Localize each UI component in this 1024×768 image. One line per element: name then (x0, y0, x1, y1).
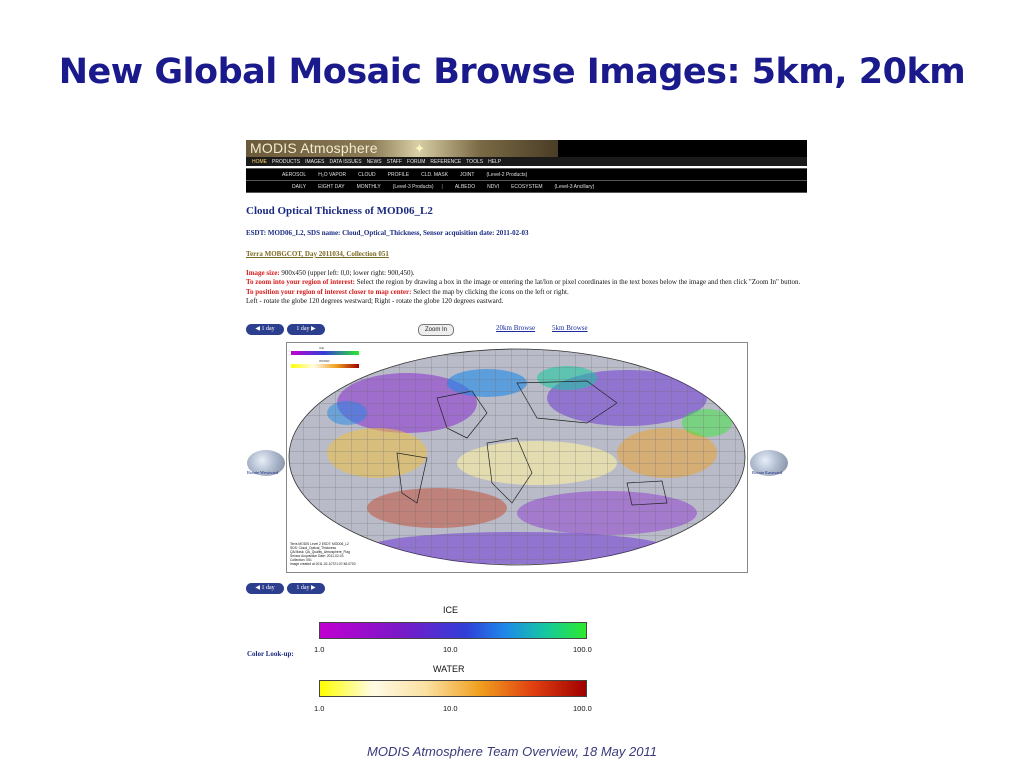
nav-news[interactable]: NEWS (367, 159, 382, 165)
position-label: To position your region of interest clos… (246, 287, 412, 296)
level2-nav: AEROSOL H₂O VAPOR CLOUD PROFILE CLD. MAS… (246, 168, 807, 180)
nav-joint[interactable]: JOINT (460, 172, 474, 178)
nav-albedo[interactable]: ALBEDO (455, 184, 475, 190)
nav-level3-note: (Level-3 Products) (392, 183, 434, 190)
instructions: Image size: 900x450 (upper left: 0,0; lo… (246, 269, 806, 306)
nav-ecosystem[interactable]: ECOSYSTEM (511, 184, 542, 190)
nav-reference[interactable]: REFERENCE (430, 159, 461, 165)
nav-tools[interactable]: TOOLS (466, 159, 483, 165)
water-tick-min: 1.0 (314, 704, 325, 713)
water-colorbar (319, 680, 587, 697)
zoom-in-button[interactable]: Zoom In (418, 324, 454, 336)
rotate-west-label[interactable]: Rotate Westward (247, 470, 278, 475)
sun-flare-icon: ✦ (414, 141, 426, 156)
map-caption-line: Image created at 2011-02-10T21:07:48-070… (290, 562, 356, 566)
ice-colorbar-title: ICE (443, 605, 459, 615)
browse-20km-link[interactable]: 20km Browse (496, 324, 535, 332)
nav-daily[interactable]: DAILY (292, 184, 306, 190)
nav-ndvi[interactable]: NDVI (487, 184, 499, 190)
nav-forum[interactable]: FORUM (407, 159, 425, 165)
nav-data-issues[interactable]: DATA ISSUES (330, 159, 362, 165)
site-logo[interactable]: MODIS Atmosphere ✦ (246, 140, 558, 157)
position-text: Select the map by clicking the icons on … (411, 287, 569, 296)
rotate-text: Left - rotate the globe 120 degrees west… (246, 296, 504, 305)
ice-tick-mid: 10.0 (443, 645, 458, 654)
mini-legend-ice-bar (291, 351, 359, 355)
ice-tick-max: 100.0 (573, 645, 592, 654)
water-colorbar-title: WATER (433, 664, 465, 674)
esdt-line: ESDT: MOD06_L2, SDS name: Cloud_Optical_… (246, 229, 529, 237)
mosaic-link[interactable]: Terra MOBGCOT, Day 2011034, Collection 0… (246, 250, 389, 258)
ice-tick-min: 1.0 (314, 645, 325, 654)
nav-help[interactable]: HELP (488, 159, 501, 165)
browse-5km-link[interactable]: 5km Browse (552, 324, 588, 332)
zoom-text: Select the region by drawing a box in th… (355, 278, 801, 287)
image-size-label: Image size: (246, 269, 280, 277)
prev-day-button-top[interactable]: ◀ 1 day (246, 324, 284, 335)
color-lookup-label: Color Look-up: (247, 650, 294, 658)
browser-screenshot: MODIS Atmosphere ✦ HOME PRODUCTS IMAGES … (246, 140, 807, 720)
nav-profile[interactable]: PROFILE (388, 172, 409, 178)
map-caption: Terra MODIS Level 2 ESDT: MOD06_L2 SDS: … (290, 542, 390, 566)
site-logo-text: MODIS Atmosphere (250, 140, 378, 156)
mini-legend-ice-label: ICE (319, 346, 325, 350)
nav-cld-mask[interactable]: CLD. MASK (421, 172, 448, 178)
next-day-button-bottom[interactable]: 1 day ▶ (287, 583, 325, 594)
nav-products[interactable]: PRODUCTS (272, 159, 300, 165)
nav-h2o-vapor[interactable]: H₂O VAPOR (318, 172, 346, 178)
prev-day-button-bottom[interactable]: ◀ 1 day (246, 583, 284, 594)
map-mini-legend: ICE WATER (291, 346, 359, 372)
mini-legend-water-label: WATER (319, 359, 330, 363)
nav-aerosol[interactable]: AEROSOL (282, 172, 306, 178)
level3-nav: DAILY EIGHT DAY MONTHLY (Level-3 Product… (246, 180, 807, 193)
nav-eight-day[interactable]: EIGHT DAY (318, 184, 345, 190)
ice-colorbar (319, 622, 587, 639)
water-tick-mid: 10.0 (443, 704, 458, 713)
nav-level2-note: (Level-2 Products) (486, 171, 528, 178)
image-size-text: 900x450 (upper left: 0,0; lower right: 9… (279, 269, 415, 277)
mosaic-map[interactable]: ICE WATER Terra MODIS Level 2 ESDT: MOD0… (286, 342, 748, 573)
slide-title: New Global Mosaic Browse Images: 5km, 20… (58, 52, 966, 92)
global-mosaic-image[interactable] (287, 343, 747, 572)
site-banner: MODIS Atmosphere ✦ HOME PRODUCTS IMAGES … (246, 140, 807, 166)
nav-monthly[interactable]: MONTHLY (357, 184, 381, 190)
nav-images[interactable]: IMAGES (305, 159, 324, 165)
nav-cloud[interactable]: CLOUD (358, 172, 376, 178)
nav-home[interactable]: HOME (252, 159, 267, 165)
mini-legend-water-bar (291, 364, 359, 368)
main-nav: HOME PRODUCTS IMAGES DATA ISSUES NEWS ST… (246, 157, 807, 166)
rotate-east-label[interactable]: Rotate Eastward (752, 470, 782, 475)
zoom-label: To zoom into your region of interest: (246, 278, 356, 287)
slide-footer: MODIS Atmosphere Team Overview, 18 May 2… (367, 744, 657, 759)
nav-separator: | (441, 183, 443, 190)
page-heading: Cloud Optical Thickness of MOD06_L2 (246, 205, 433, 217)
nav-staff[interactable]: STAFF (387, 159, 402, 165)
nav-ancillary-note: (Level-3 Ancillary) (554, 183, 595, 190)
water-tick-max: 100.0 (573, 704, 592, 713)
next-day-button-top[interactable]: 1 day ▶ (287, 324, 325, 335)
